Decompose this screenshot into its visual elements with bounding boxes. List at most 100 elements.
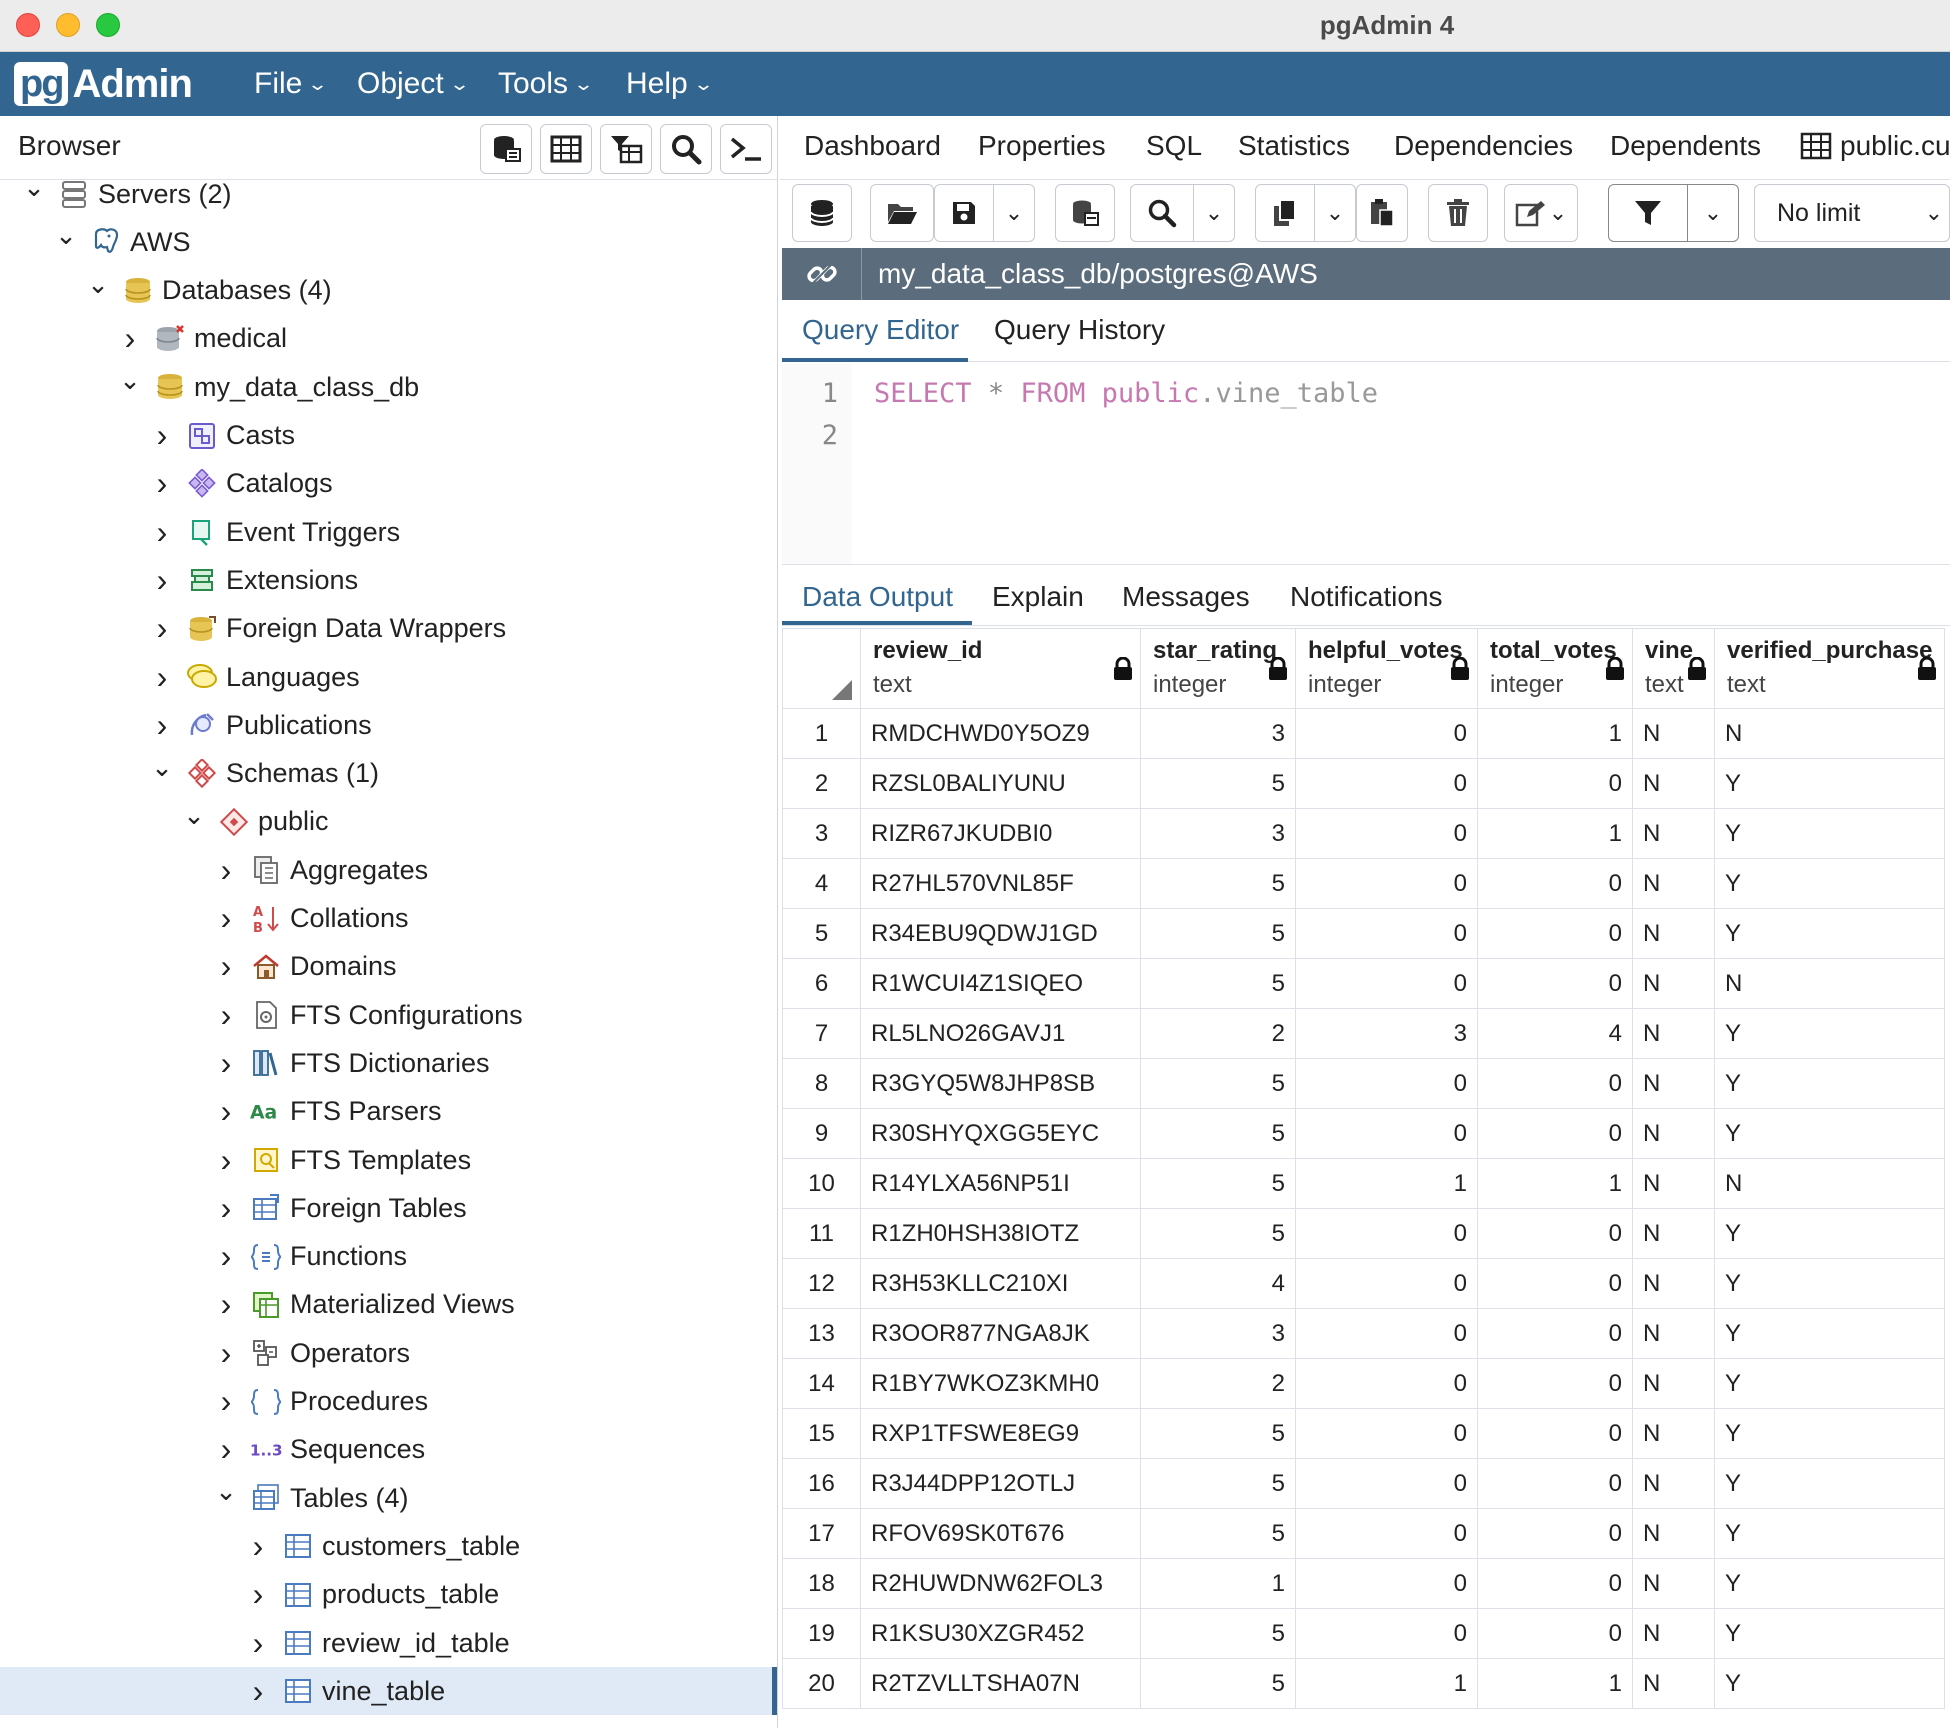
tree-node-sequences[interactable]: › 1..3 Sequences bbox=[0, 1426, 777, 1474]
cell-total-votes[interactable]: 0 bbox=[1477, 1308, 1633, 1359]
tree-node-databases-4[interactable]: ⌄ Databases (4) bbox=[0, 267, 777, 315]
cell-helpful-votes[interactable]: 0 bbox=[1295, 958, 1478, 1009]
chevron-right-icon[interactable]: › bbox=[246, 1673, 270, 1710]
tab-properties[interactable]: Properties bbox=[978, 130, 1106, 162]
cell-helpful-votes[interactable]: 0 bbox=[1295, 858, 1478, 909]
row-number[interactable]: 8 bbox=[782, 1058, 861, 1109]
tree-node-fts-dictionaries[interactable]: › FTS Dictionaries bbox=[0, 1039, 777, 1087]
view-data-button[interactable] bbox=[540, 124, 592, 174]
tree-node-event-triggers[interactable]: › Event Triggers bbox=[0, 508, 777, 556]
save-dropdown-button[interactable]: ⌄ bbox=[993, 184, 1035, 242]
tree-node-functions[interactable]: › Functions bbox=[0, 1233, 777, 1281]
table-row[interactable]: 16 R3J44DPP12OTLJ 5 0 0 N Y bbox=[782, 1458, 1945, 1509]
chevron-right-icon[interactable]: › bbox=[214, 1286, 238, 1323]
tree-node-casts[interactable]: › Casts bbox=[0, 412, 777, 460]
table-row[interactable]: 4 R27HL570VNL85F 5 0 0 N Y bbox=[782, 858, 1945, 909]
tree-node-extensions[interactable]: › Extensions bbox=[0, 556, 777, 604]
tree-node-medical[interactable]: › medical bbox=[0, 315, 777, 363]
cell-vine[interactable]: N bbox=[1632, 1558, 1715, 1609]
cell-review-id[interactable]: R27HL570VNL85F bbox=[860, 858, 1141, 909]
cell-vine[interactable]: N bbox=[1632, 708, 1715, 759]
cell-vine[interactable]: N bbox=[1632, 1258, 1715, 1309]
cell-verified-purchase[interactable]: Y bbox=[1714, 1508, 1945, 1559]
filter-button[interactable] bbox=[1608, 184, 1688, 242]
cell-helpful-votes[interactable]: 0 bbox=[1295, 1558, 1478, 1609]
chevron-right-icon[interactable]: › bbox=[246, 1625, 270, 1662]
row-number[interactable]: 11 bbox=[782, 1208, 861, 1259]
tree-node-schemas-1[interactable]: ⌄ Schemas (1) bbox=[0, 750, 777, 798]
cell-helpful-votes[interactable]: 0 bbox=[1295, 758, 1478, 809]
table-row[interactable]: 19 R1KSU30XZGR452 5 0 0 N Y bbox=[782, 1608, 1945, 1659]
cell-helpful-votes[interactable]: 0 bbox=[1295, 808, 1478, 859]
cell-star-rating[interactable]: 5 bbox=[1140, 1208, 1296, 1259]
cell-star-rating[interactable]: 5 bbox=[1140, 1608, 1296, 1659]
sql-editor[interactable]: 1 2 SELECT * FROM public.vine_table bbox=[782, 364, 1950, 564]
row-number[interactable]: 18 bbox=[782, 1558, 861, 1609]
chevron-right-icon[interactable]: › bbox=[150, 707, 174, 744]
chevron-right-icon[interactable]: › bbox=[246, 1576, 270, 1613]
tab-explain[interactable]: Explain bbox=[992, 581, 1084, 613]
chevron-right-icon[interactable]: › bbox=[118, 320, 142, 357]
tab-query-history[interactable]: Query History bbox=[994, 314, 1165, 346]
cell-review-id[interactable]: R1KSU30XZGR452 bbox=[860, 1608, 1141, 1659]
cell-review-id[interactable]: R1ZH0HSH38IOTZ bbox=[860, 1208, 1141, 1259]
table-row[interactable]: 9 R30SHYQXGG5EYC 5 0 0 N Y bbox=[782, 1108, 1945, 1159]
row-number[interactable]: 3 bbox=[782, 808, 861, 859]
cell-review-id[interactable]: RXP1TFSWE8EG9 bbox=[860, 1408, 1141, 1459]
tree-node-languages[interactable]: › Languages bbox=[0, 653, 777, 701]
tab-statistics[interactable]: Statistics bbox=[1238, 130, 1350, 162]
tree-node-materialized-views[interactable]: › Materialized Views bbox=[0, 1281, 777, 1329]
cell-total-votes[interactable]: 0 bbox=[1477, 1608, 1633, 1659]
cell-verified-purchase[interactable]: Y bbox=[1714, 758, 1945, 809]
tree-node-foreign-data-wrappers[interactable]: › Foreign Data Wrappers bbox=[0, 605, 777, 653]
table-row[interactable]: 11 R1ZH0HSH38IOTZ 5 0 0 N Y bbox=[782, 1208, 1945, 1259]
find-button[interactable] bbox=[1130, 184, 1194, 242]
cell-total-votes[interactable]: 0 bbox=[1477, 1558, 1633, 1609]
cell-helpful-votes[interactable]: 0 bbox=[1295, 1608, 1478, 1659]
chevron-right-icon[interactable]: › bbox=[150, 417, 174, 454]
cell-helpful-votes[interactable]: 0 bbox=[1295, 1308, 1478, 1359]
cell-star-rating[interactable]: 5 bbox=[1140, 1058, 1296, 1109]
cell-vine[interactable]: N bbox=[1632, 808, 1715, 859]
tab-messages[interactable]: Messages bbox=[1122, 581, 1250, 613]
cell-verified-purchase[interactable]: Y bbox=[1714, 1558, 1945, 1609]
cell-verified-purchase[interactable]: N bbox=[1714, 1158, 1945, 1209]
cell-star-rating[interactable]: 2 bbox=[1140, 1008, 1296, 1059]
cell-total-votes[interactable]: 0 bbox=[1477, 1458, 1633, 1509]
cell-star-rating[interactable]: 5 bbox=[1140, 958, 1296, 1009]
query-tool-button[interactable] bbox=[480, 124, 532, 174]
column-header-star-rating[interactable]: star_rating integer bbox=[1140, 628, 1296, 709]
tree-node-domains[interactable]: › Domains bbox=[0, 943, 777, 991]
cell-review-id[interactable]: R30SHYQXGG5EYC bbox=[860, 1108, 1141, 1159]
tab-dependents[interactable]: Dependents bbox=[1610, 130, 1761, 162]
row-number[interactable]: 1 bbox=[782, 708, 861, 759]
cell-review-id[interactable]: RIZR67JKUDBI0 bbox=[860, 808, 1141, 859]
copy-button[interactable] bbox=[1255, 184, 1315, 242]
chevron-right-icon[interactable]: › bbox=[214, 852, 238, 889]
chevron-right-icon[interactable]: › bbox=[246, 1528, 270, 1565]
cell-vine[interactable]: N bbox=[1632, 908, 1715, 959]
table-row[interactable]: 18 R2HUWDNW62FOL3 1 0 0 N Y bbox=[782, 1558, 1945, 1609]
cell-total-votes[interactable]: 0 bbox=[1477, 1508, 1633, 1559]
cell-review-id[interactable]: R3OOR877NGA8JK bbox=[860, 1308, 1141, 1359]
row-number[interactable]: 15 bbox=[782, 1408, 861, 1459]
column-header-vine[interactable]: vine text bbox=[1632, 628, 1715, 709]
column-header-helpful-votes[interactable]: helpful_votes integer bbox=[1295, 628, 1478, 709]
cell-verified-purchase[interactable]: Y bbox=[1714, 908, 1945, 959]
cell-total-votes[interactable]: 1 bbox=[1477, 708, 1633, 759]
tab-sql[interactable]: SQL bbox=[1146, 130, 1202, 162]
tree-node-products-table[interactable]: › products_table bbox=[0, 1571, 777, 1619]
tree-node-collations[interactable]: › A B Collations bbox=[0, 895, 777, 943]
tab-dependencies[interactable]: Dependencies bbox=[1394, 130, 1573, 162]
cell-helpful-votes[interactable]: 1 bbox=[1295, 1658, 1478, 1709]
menu-tools[interactable]: Tools ⌄ bbox=[498, 52, 594, 116]
cell-star-rating[interactable]: 5 bbox=[1140, 1508, 1296, 1559]
cell-vine[interactable]: N bbox=[1632, 1208, 1715, 1259]
table-row[interactable]: 6 R1WCUI4Z1SIQEO 5 0 0 N N bbox=[782, 958, 1945, 1009]
cell-helpful-votes[interactable]: 0 bbox=[1295, 708, 1478, 759]
cell-verified-purchase[interactable]: Y bbox=[1714, 1358, 1945, 1409]
cell-star-rating[interactable]: 5 bbox=[1140, 1408, 1296, 1459]
cell-total-votes[interactable]: 0 bbox=[1477, 1058, 1633, 1109]
tree-node-aggregates[interactable]: › Aggregates bbox=[0, 846, 777, 894]
cell-verified-purchase[interactable]: N bbox=[1714, 958, 1945, 1009]
